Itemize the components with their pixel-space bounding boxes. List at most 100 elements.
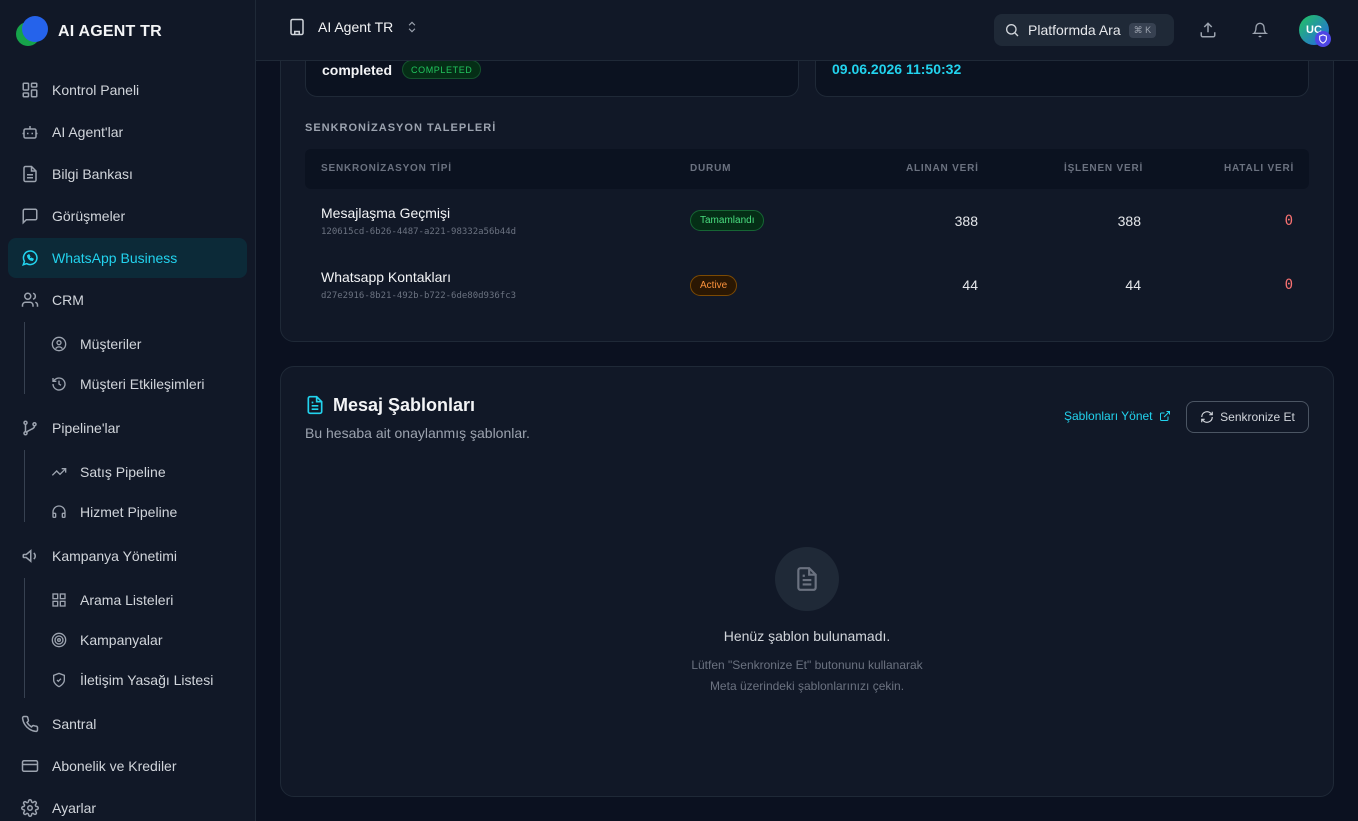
search-icon xyxy=(1004,22,1020,38)
sidebar-item-musteri-etkilesimleri[interactable]: Müşteri Etkileşimleri xyxy=(44,366,244,402)
sidebar-item-crm[interactable]: CRM xyxy=(8,280,247,320)
sidebar-item-label: Kontrol Paneli xyxy=(52,82,140,98)
table-row-id: 120615cd-6b26-4487-a221-98332a56b44d xyxy=(321,227,517,237)
crm-sub-divider xyxy=(24,322,25,394)
sidebar-item-iletisim-yasagi[interactable]: İletişim Yasağı Listesi xyxy=(44,662,244,698)
error-count: 0 xyxy=(1284,277,1293,293)
platform-search[interactable]: Platformda Ara ⌘ K xyxy=(994,14,1174,46)
sidebar-item-bilgi-bankasi[interactable]: Bilgi Bankası xyxy=(8,154,247,194)
sidebar-item-label: İletişim Yasağı Listesi xyxy=(80,672,214,688)
table-row-title: Whatsapp Kontakları xyxy=(321,269,451,285)
processed-count: 388 xyxy=(1117,213,1141,229)
column-header: ALINAN VERİ xyxy=(906,163,979,174)
bot-icon xyxy=(20,122,40,142)
table-header xyxy=(305,149,1309,189)
chat-icon xyxy=(20,206,40,226)
document-icon xyxy=(20,164,40,184)
shield-icon xyxy=(50,671,68,689)
sidebar-item-ayarlar[interactable]: Ayarlar xyxy=(8,788,247,821)
status-badge: COMPLETED xyxy=(402,60,482,79)
upload-icon[interactable] xyxy=(1198,20,1218,40)
sidebar-item-label: Müşteri Etkileşimleri xyxy=(80,376,205,392)
sidebar-item-pipelines[interactable]: Pipeline'lar xyxy=(8,408,247,448)
brand-name: AI AGENT TR xyxy=(58,23,162,40)
sidebar-item-label: Görüşmeler xyxy=(52,208,126,224)
empty-state-line: Meta üzerindeki şablonlarınızı çekin. xyxy=(709,679,905,693)
received-count: 44 xyxy=(962,277,978,293)
search-shortcut: ⌘ K xyxy=(1128,22,1157,38)
sidebar-item-santral[interactable]: Santral xyxy=(8,704,247,744)
manage-templates-link[interactable]: Şablonları Yönet xyxy=(1064,409,1171,423)
empty-state-title: Henüz şablon bulunamadı. xyxy=(723,628,891,644)
gear-icon xyxy=(20,798,40,818)
grid-icon xyxy=(50,591,68,609)
sidebar-item-musteriler[interactable]: Müşteriler xyxy=(44,326,244,362)
app: AI AGENT TR Kontrol Paneli AI Agent'lar … xyxy=(0,0,1358,821)
sidebar-item-kampanya-yonetimi[interactable]: Kampanya Yönetimi xyxy=(8,536,247,576)
external-link-icon xyxy=(1159,410,1171,422)
received-count: 388 xyxy=(954,213,978,229)
sidebar-item-hizmet-pipeline[interactable]: Hizmet Pipeline xyxy=(44,494,244,530)
sidebar-item-label: Müşteriler xyxy=(80,336,142,352)
users-icon xyxy=(20,290,40,310)
brand-logo xyxy=(16,16,48,48)
file-text-icon xyxy=(305,395,325,415)
workspace-switcher[interactable]: AI Agent TR xyxy=(288,18,419,36)
sidebar-item-label: Abonelik ve Krediler xyxy=(52,758,177,774)
sidebar-item-label: Arama Listeleri xyxy=(80,592,174,608)
sidebar-item-gorusmeler[interactable]: Görüşmeler xyxy=(8,196,247,236)
sync-templates-button[interactable]: Senkronize Et xyxy=(1186,401,1309,433)
sidebar-item-label: Satış Pipeline xyxy=(80,464,166,480)
brand[interactable]: AI AGENT TR xyxy=(16,14,162,50)
status-badge: Tamamlandı xyxy=(690,210,765,231)
sidebar-item-abonelik[interactable]: Abonelik ve Krediler xyxy=(8,746,247,786)
templates-title: Mesaj Şablonları xyxy=(333,395,476,415)
whatsapp-icon xyxy=(20,248,40,268)
user-circle-icon xyxy=(50,335,68,353)
sidebar-item-label: Ayarlar xyxy=(52,800,97,816)
sidebar-item-whatsapp-business[interactable]: WhatsApp Business xyxy=(8,238,247,278)
target-icon xyxy=(50,631,68,649)
sidebar-item-label: Kampanyalar xyxy=(80,632,163,648)
trend-icon xyxy=(50,463,68,481)
git-branch-icon xyxy=(20,418,40,438)
megaphone-icon xyxy=(20,546,40,566)
headset-icon xyxy=(50,503,68,521)
table-row-title: Mesajlaşma Geçmişi xyxy=(321,205,451,221)
refresh-icon xyxy=(1200,410,1214,424)
sidebar-item-label: CRM xyxy=(52,292,84,308)
empty-state-description: Lütfen "Senkronize Et" butonunu kullanar… xyxy=(600,655,1014,697)
workspace-name: AI Agent TR xyxy=(318,19,394,35)
sidebar-item-arama-listeleri[interactable]: Arama Listeleri xyxy=(44,582,244,618)
credit-card-icon xyxy=(20,756,40,776)
sidebar-item-label: WhatsApp Business xyxy=(52,250,178,266)
pipeline-sub-divider xyxy=(24,450,25,522)
shield-badge-icon xyxy=(1315,31,1331,47)
sidebar-item-label: Santral xyxy=(52,716,97,732)
history-icon xyxy=(50,375,68,393)
chevron-up-down-icon xyxy=(405,20,419,34)
status-badge: Active xyxy=(690,275,738,296)
sidebar-item-kampanyalar[interactable]: Kampanyalar xyxy=(44,622,244,658)
sidebar-item-label: Bilgi Bankası xyxy=(52,166,133,182)
bell-icon[interactable] xyxy=(1250,20,1270,40)
sidebar-item-kontrol-paneli[interactable]: Kontrol Paneli xyxy=(8,70,247,110)
sidebar: AI AGENT TR Kontrol Paneli AI Agent'lar … xyxy=(0,0,256,821)
empty-state-icon xyxy=(775,547,839,611)
sidebar-item-label: Pipeline'lar xyxy=(52,420,121,436)
building-icon xyxy=(288,18,306,36)
sync-date: 09.06.2026 11:50:32 xyxy=(832,61,962,77)
sidebar-item-label: AI Agent'lar xyxy=(52,124,124,140)
sidebar-item-label: Hizmet Pipeline xyxy=(80,504,178,520)
sidebar-item-satis-pipeline[interactable]: Satış Pipeline xyxy=(44,454,244,490)
manage-templates-label: Şablonları Yönet xyxy=(1064,409,1153,423)
sidebar-item-label: Kampanya Yönetimi xyxy=(52,548,178,564)
sync-status-text: completed xyxy=(322,62,393,78)
grid-icon xyxy=(20,80,40,100)
sync-requests-title: SENKRONİZASYON TALEPLERİ xyxy=(305,122,497,134)
sidebar-item-ai-agents[interactable]: AI Agent'lar xyxy=(8,112,247,152)
sync-button-label: Senkronize Et xyxy=(1220,410,1295,424)
campaign-sub-divider xyxy=(24,578,25,698)
column-header: HATALI VERİ xyxy=(1224,163,1295,174)
error-count: 0 xyxy=(1284,213,1293,229)
